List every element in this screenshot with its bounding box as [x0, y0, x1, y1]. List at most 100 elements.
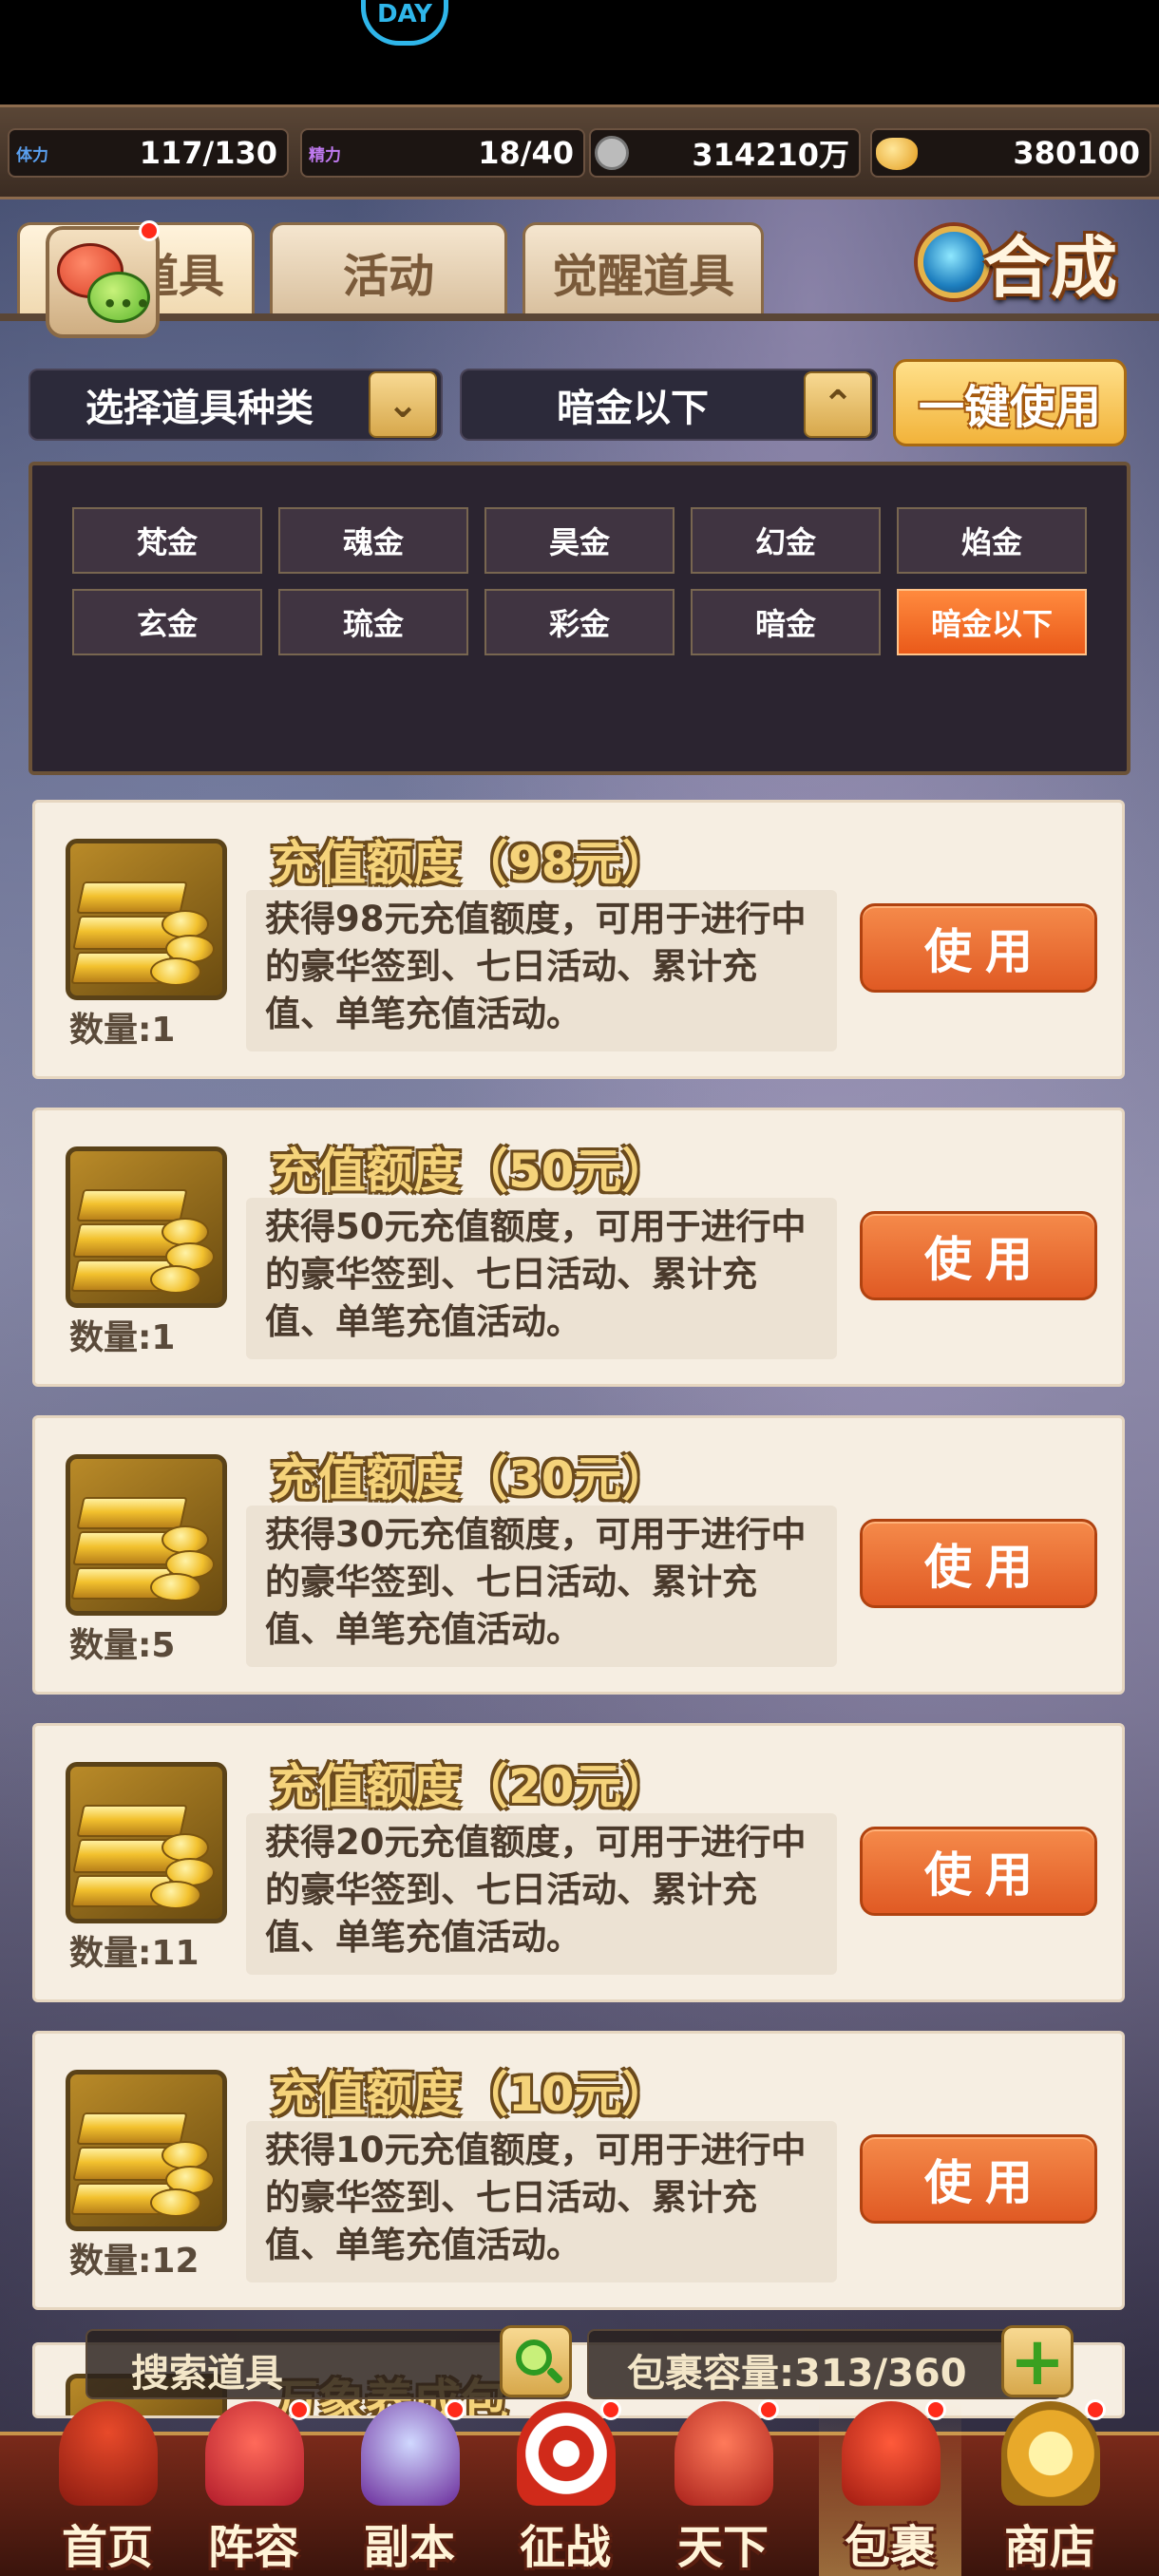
resource-coins[interactable]: 314210万 — [589, 128, 861, 178]
item-quantity: 数量:11 — [69, 1934, 200, 1973]
nav-label: 商店 — [1003, 2521, 1095, 2574]
stamina-icon: 体力 — [16, 145, 48, 165]
grade-filter-panel: 梵金 魂金 昊金 幻金 焰金 玄金 琉金 彩金 暗金 暗金以下 — [28, 462, 1130, 775]
chat-button[interactable]: ••• — [46, 220, 160, 338]
resource-bar: 体力 117/130 精力 18/40 314210万 380100 — [0, 104, 1159, 199]
bag-capacity: 包裹容量:313/360 — [587, 2329, 1062, 2399]
grade-chip[interactable]: 魂金 — [278, 507, 468, 574]
shop-icon — [1001, 2401, 1100, 2506]
item-quantity: 数量:1 — [69, 1011, 176, 1050]
grade-dropdown[interactable]: 暗金以下 ⌃ — [460, 369, 878, 441]
nav-item-shop[interactable]: 商店 — [978, 2399, 1121, 2576]
grade-chip[interactable]: 彩金 — [484, 589, 674, 655]
status-area: DAY — [0, 0, 1159, 104]
energy-icon: 精力 — [309, 145, 341, 165]
grade-label: 暗金以下 — [557, 387, 709, 430]
target-icon — [517, 2401, 616, 2506]
search-button[interactable] — [500, 2325, 572, 2397]
synthesize-button[interactable]: 合成 — [918, 211, 1134, 313]
nav-label: 首页 — [61, 2521, 153, 2574]
grade-chip[interactable]: 昊金 — [484, 507, 674, 574]
search-icon-handle — [545, 2366, 564, 2385]
item-description: 获得98元充值额度，可用于进行中的豪华签到、七日活动、累计充值、单笔充值活动。 — [246, 890, 837, 1051]
gold-bars-icon — [66, 1146, 227, 1308]
gold-bars-icon — [66, 839, 227, 1000]
notification-dot — [758, 2399, 779, 2420]
world-icon — [674, 2401, 773, 2506]
item-title: 充值额度（98元） — [271, 836, 670, 891]
item-description: 获得30元充值额度，可用于进行中的豪华签到、七日活动、累计充值、单笔充值活动。 — [246, 1506, 837, 1667]
lineup-icon — [205, 2401, 304, 2506]
dungeon-icon — [361, 2401, 460, 2506]
notification-dot — [445, 2399, 466, 2420]
chevron-up-icon: ⌃ — [804, 371, 872, 438]
item-quantity: 数量:1 — [69, 1318, 176, 1357]
nav-item-palace[interactable]: 首页 — [36, 2401, 179, 2576]
nav-label: 征战 — [519, 2521, 611, 2574]
item-quantity: 数量:5 — [69, 1626, 176, 1665]
nav-item-bag[interactable]: 包裹 — [819, 2399, 961, 2576]
chevron-down-icon: ⌄ — [369, 371, 437, 438]
nav-label: 包裹 — [844, 2521, 936, 2574]
use-button[interactable]: 使用 — [860, 1211, 1097, 1300]
grade-chip[interactable]: 幻金 — [691, 507, 881, 574]
use-button[interactable]: 使用 — [860, 1827, 1097, 1916]
use-all-button[interactable]: 一键使用 — [893, 359, 1127, 446]
grade-chip-active[interactable]: 暗金以下 — [897, 589, 1087, 655]
item-card: 充值额度（50元） 获得50元充值额度，可用于进行中的豪华签到、七日活动、累计充值… — [32, 1108, 1125, 1387]
grade-chip[interactable]: 暗金 — [691, 589, 881, 655]
nav-item-lineup[interactable]: 阵容 — [182, 2399, 325, 2576]
grade-chip[interactable]: 琉金 — [278, 589, 468, 655]
item-description: 获得20元充值额度，可用于进行中的豪华签到、七日活动、累计充值、单笔充值活动。 — [246, 1813, 837, 1975]
item-title: 充值额度（10元） — [271, 2067, 670, 2122]
chat-dots-icon: ••• — [103, 291, 153, 317]
stamina-value: 117/130 — [139, 135, 277, 171]
item-description: 获得10元充值额度，可用于进行中的豪华签到、七日活动、累计充值、单笔充值活动。 — [246, 2121, 837, 2282]
tab-activity[interactable]: 活动 — [270, 222, 507, 317]
nav-label: 天下 — [676, 2521, 769, 2574]
item-card: 充值额度（98元） 获得98元充值额度，可用于进行中的豪华签到、七日活动、累计充值… — [32, 800, 1125, 1079]
item-type-dropdown[interactable]: 选择道具种类 ⌄ — [28, 369, 443, 441]
item-card: 充值额度（30元） 获得30元充值额度，可用于进行中的豪华签到、七日活动、累计充值… — [32, 1415, 1125, 1695]
gold-bars-icon — [66, 1454, 227, 1616]
item-description: 获得50元充值额度，可用于进行中的豪华签到、七日活动、累计充值、单笔充值活动。 — [246, 1198, 837, 1359]
item-title: 充值额度（30元） — [271, 1451, 670, 1506]
tab-awaken-items[interactable]: 觉醒道具 — [522, 222, 764, 317]
nav-item-target[interactable]: 征战 — [494, 2399, 636, 2576]
synthesize-icon — [918, 226, 990, 298]
use-button[interactable]: 使用 — [860, 2134, 1097, 2224]
resource-gold[interactable]: 380100 — [870, 128, 1151, 178]
coins-value: 314210万 — [692, 137, 849, 173]
copper-coin-icon — [595, 136, 629, 170]
item-quantity: 数量:12 — [69, 2242, 200, 2281]
item-title: 充值额度（50元） — [271, 1144, 670, 1199]
gold-bars-icon — [66, 1762, 227, 1923]
notification-dot — [139, 220, 160, 241]
expand-capacity-button[interactable]: + — [1001, 2325, 1074, 2397]
synthesize-label: 合成 — [984, 228, 1117, 307]
resource-stamina[interactable]: 体力 117/130 — [8, 128, 289, 178]
use-button[interactable]: 使用 — [860, 1519, 1097, 1608]
grade-chip[interactable]: 玄金 — [72, 589, 262, 655]
plus-icon: + — [1009, 2322, 1066, 2400]
tab-divider — [0, 313, 1159, 321]
nav-label: 副本 — [363, 2521, 455, 2574]
grade-chip[interactable]: 梵金 — [72, 507, 262, 574]
item-card: 充值额度（20元） 获得20元充值额度，可用于进行中的豪华签到、七日活动、累计充值… — [32, 1723, 1125, 2002]
search-input[interactable]: 搜索道具 — [86, 2329, 570, 2399]
bottom-navigation: 首页 阵容 副本 征战 天下 包裹 商店 — [0, 2399, 1159, 2576]
notification-dot — [600, 2399, 621, 2420]
grade-chip[interactable]: 焰金 — [897, 507, 1087, 574]
bag-icon — [842, 2401, 940, 2506]
nav-item-world[interactable]: 天下 — [652, 2399, 794, 2576]
notification-dot — [289, 2399, 310, 2420]
notification-dot — [1085, 2399, 1106, 2420]
resource-energy[interactable]: 精力 18/40 — [300, 128, 585, 178]
gold-value: 380100 — [1013, 135, 1140, 171]
bag-capacity-text: 包裹容量:313/360 — [627, 2352, 967, 2396]
item-title: 充值额度（20元） — [271, 1759, 670, 1814]
search-placeholder: 搜索道具 — [131, 2352, 283, 2396]
use-button[interactable]: 使用 — [860, 903, 1097, 993]
nav-item-dungeon[interactable]: 副本 — [338, 2399, 481, 2576]
notification-dot — [925, 2399, 946, 2420]
